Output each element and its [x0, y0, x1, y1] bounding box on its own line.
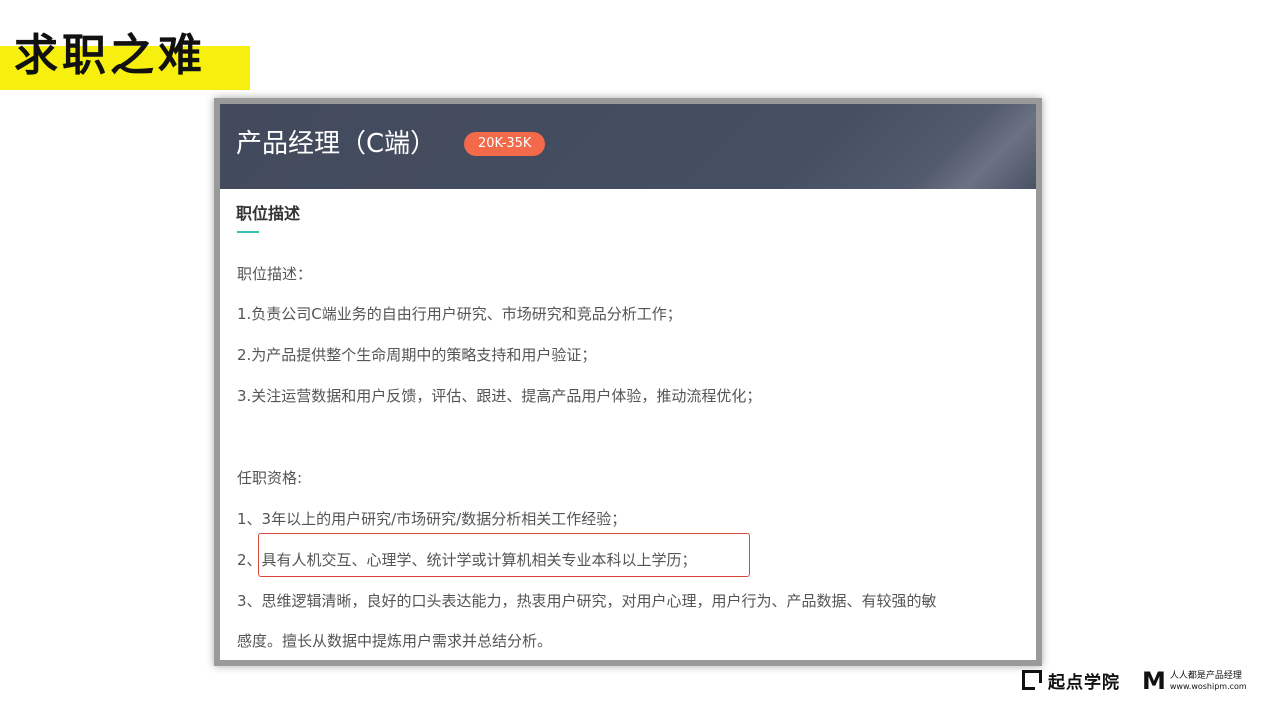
salary-badge: 20K-35K: [464, 132, 546, 156]
section-underline: [237, 231, 259, 233]
responsibility-item: 2.为产品提供整个生命周期中的策略支持和用户验证；: [237, 346, 597, 364]
job-header: 产品经理（C端） 20K-35K: [220, 104, 1036, 189]
qidian-logo: 起点学院: [1022, 668, 1120, 693]
woshipm-logo-icon: M: [1142, 667, 1166, 695]
job-posting-card: 产品经理（C端） 20K-35K 职位描述 职位描述： 1.负责公司C端业务的自…: [214, 98, 1042, 666]
woshipm-logo: M 人人都是产品经理 www.woshipm.com: [1142, 668, 1247, 694]
qualification-item-continued: 感度。擅长从数据中提炼用户需求并总结分析。: [237, 632, 553, 650]
qualifications-heading: 任职资格:: [237, 469, 303, 487]
qualification-item: 1、3年以上的用户研究/市场研究/数据分析相关工作经验；: [237, 510, 627, 528]
woshipm-logo-url: www.woshipm.com: [1169, 681, 1247, 691]
responsibility-item: 3.关注运营数据和用户反馈，评估、跟进、提高产品用户体验，推动流程优化；: [237, 387, 762, 405]
highlight-box: [258, 533, 750, 577]
qidian-logo-text: 起点学院: [1048, 672, 1120, 693]
qualification-item: 3、思维逻辑清晰，良好的口头表达能力，热衷用户研究，对用户心理，用户行为、产品数…: [237, 592, 937, 610]
slide-title: 求职之难: [14, 30, 206, 81]
woshipm-logo-name: 人人都是产品经理: [1169, 670, 1242, 681]
job-title: 产品经理（C端）: [236, 129, 437, 159]
qidian-logo-icon: [1022, 670, 1042, 690]
section-title: 职位描述: [236, 204, 301, 223]
description-heading: 职位描述：: [237, 265, 313, 283]
responsibility-item: 1.负责公司C端业务的自由行用户研究、市场研究和竞品分析工作；: [237, 305, 682, 323]
